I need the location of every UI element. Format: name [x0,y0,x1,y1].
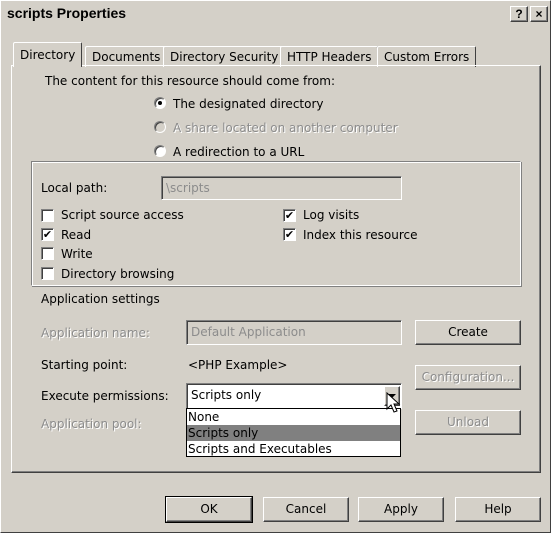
tab-directory[interactable]: Directory [13,42,83,67]
checkbox-read[interactable]: ✔ [41,228,54,241]
starting-point-label: Starting point: [41,358,128,372]
checkbox-log-visits-label[interactable]: Log visits [303,207,359,223]
tab-directory-security[interactable]: Directory Security [163,46,286,67]
tab-http-headers[interactable]: HTTP Headers [280,46,379,67]
apply-button[interactable]: Apply [358,497,444,522]
checkbox-read-label[interactable]: Read [61,227,91,243]
listbox-option-scripts-and-executables[interactable]: Scripts and Executables [187,441,400,457]
execute-permissions-listbox[interactable]: None Scripts only Scripts and Executable… [186,408,401,457]
checkmark-icon: ✔ [284,228,295,241]
application-settings-heading: Application settings [41,292,160,306]
properties-dialog: scripts Properties ? × Directory Documen… [0,0,551,533]
radio-share-other-computer-label: A share located on another computer [173,121,398,135]
content-source-heading: The content for this resource should com… [45,74,335,88]
title-bar[interactable]: scripts Properties ? × [2,2,550,24]
listbox-option-scripts-only[interactable]: Scripts only [187,425,400,441]
unload-button: Unload [415,410,521,435]
checkbox-script-source-access[interactable] [41,209,54,222]
checkbox-index-resource[interactable]: ✔ [283,228,296,241]
create-button[interactable]: Create [415,320,521,345]
radio-designated-directory-label[interactable]: The designated directory [173,96,324,112]
checkbox-write[interactable] [41,247,54,260]
radio-designated-directory[interactable] [154,97,166,109]
execute-permissions-value: Scripts only [191,388,262,402]
radio-dot-icon [158,101,162,105]
mouse-pointer-icon [386,392,401,413]
radio-redirection-url[interactable] [154,145,166,157]
checkbox-log-visits[interactable]: ✔ [283,209,296,222]
execute-permissions-select[interactable]: Scripts only [186,383,402,409]
checkbox-write-label[interactable]: Write [61,246,93,262]
application-name-input: Default Application [186,320,402,345]
help-button[interactable]: Help [455,497,541,522]
tab-documents[interactable]: Documents [85,46,168,67]
checkbox-script-source-access-label[interactable]: Script source access [61,207,184,223]
application-name-label: Application name: [41,326,150,340]
listbox-option-none[interactable]: None [187,409,400,425]
dialog-title: scripts Properties [7,5,127,21]
checkbox-directory-browsing[interactable] [41,267,54,280]
starting-point-value: <PHP Example> [188,358,288,372]
help-title-button[interactable]: ? [510,6,528,22]
local-path-label: Local path: [41,181,108,195]
execute-permissions-label: Execute permissions: [41,389,169,403]
cancel-button[interactable]: Cancel [263,497,349,522]
application-pool-label: Application pool: [41,417,142,431]
close-title-button[interactable]: × [530,6,548,22]
checkbox-directory-browsing-label[interactable]: Directory browsing [61,266,174,282]
ok-button[interactable]: OK [165,496,253,523]
radio-redirection-url-label[interactable]: A redirection to a URL [173,144,304,160]
checkmark-icon: ✔ [42,228,53,241]
local-path-input: \scripts [161,176,402,200]
tab-custom-errors[interactable]: Custom Errors [377,46,477,67]
radio-share-other-computer [154,121,166,133]
configuration-button: Configuration... [415,365,521,390]
checkbox-index-resource-label[interactable]: Index this resource [303,227,417,243]
checkmark-icon: ✔ [284,209,295,222]
